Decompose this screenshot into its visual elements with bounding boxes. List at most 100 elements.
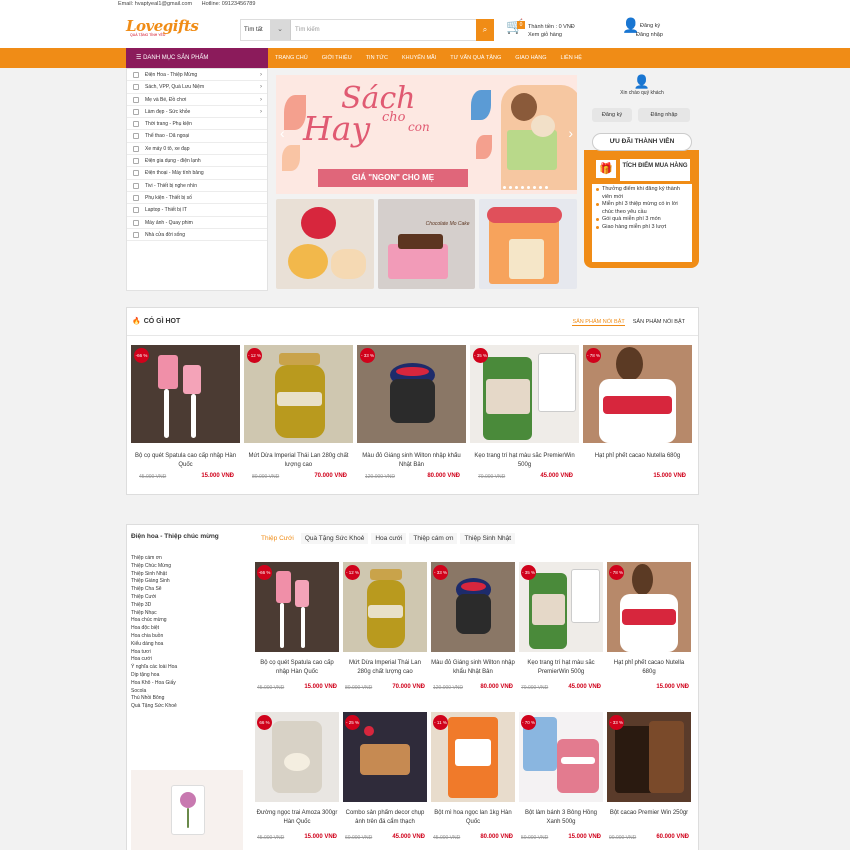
product-name[interactable]: Bột làm bánh 3 Bông Hồng Xanh 500g <box>519 809 603 835</box>
thumbnail-chocolate-cake[interactable]: Chocolate Mo Cake <box>377 199 476 289</box>
product-name[interactable]: Đường ngọc trai Amoza 300gr Hàn Quốc <box>255 809 339 835</box>
banner-next-icon[interactable]: › <box>568 125 573 141</box>
nav-gift-advice[interactable]: TƯ VẤN QUÀ TẶNG <box>450 55 501 61</box>
subcategory-link[interactable]: Hoa Khô - Hoa Giấy <box>131 680 241 688</box>
product-card[interactable]: - 78 % Hạt phỉ phết cacao Nutella 680g 15.… <box>583 345 692 486</box>
product-name[interactable]: Mứt Dừa Imperial Thái Lan 280g chất lượn… <box>244 452 353 470</box>
sidebar-item[interactable]: Xe máy 0 tô, xe đạp <box>127 143 267 156</box>
sidebar-item[interactable]: Thời trang - Phụ kiện <box>127 118 267 131</box>
subcategory-link[interactable]: Thiệp Sinh Nhật <box>131 571 241 579</box>
product-card[interactable]: -66 % Bộ cọ quét Spatula cao cấp nhập Hàn… <box>131 345 240 486</box>
login-link[interactable]: Đăng nhập <box>636 32 663 38</box>
product-image[interactable]: - 11 % <box>431 712 515 802</box>
cart[interactable]: 🛒 0 Thành tiền : 0 VNĐ Xem giỏ hàng <box>506 19 586 45</box>
search-category-select[interactable]: Tìm tất ⌄ <box>241 20 291 40</box>
chevron-down-icon[interactable]: ⌄ <box>270 20 290 40</box>
product-card[interactable]: - 12 % Mứt Dừa Imperial Thái Lan 280g chấ… <box>343 562 427 712</box>
product-name[interactable]: Màu đỏ Giáng sinh Wilton nhập khẩu Nhật … <box>357 452 466 470</box>
product-image[interactable]: - 25 % <box>343 712 427 802</box>
subcategory-link[interactable]: Hoa độc biệt <box>131 625 241 633</box>
sidebar-item[interactable]: Sách, VPP, Quà Lưu Niệm › <box>127 81 267 94</box>
view-cart-link[interactable]: Xem giỏ hàng <box>528 31 575 39</box>
thumbnail-fruit-cake[interactable] <box>479 199 578 289</box>
subcategory-link[interactable]: Thiệp Giáng Sinh <box>131 578 241 586</box>
product-image[interactable]: - 70 % <box>519 712 603 802</box>
product-card[interactable]: - 78 % Hạt phỉ phết cacao Nutella 680g 15.… <box>607 562 691 712</box>
nav-home[interactable]: TRANG CHỦ <box>275 55 308 61</box>
product-image[interactable]: - 12 % <box>244 345 353 443</box>
product-image[interactable]: 66 % <box>255 712 339 802</box>
product-image[interactable]: - 35 % <box>470 345 579 443</box>
subcategory-link[interactable]: Thiệp Cưới <box>131 594 241 602</box>
subcategory-link[interactable]: Ý nghĩa các loài Hoa <box>131 664 241 672</box>
product-name[interactable]: Bộ cọ quét Spatula cao cấp nhập Hàn Quốc <box>255 659 339 685</box>
subcategory-link[interactable]: Thiệp Chúc Mừng <box>131 563 241 571</box>
sidebar-item[interactable]: Điện thoại - Máy tính bảng <box>127 167 267 180</box>
hero-banner[interactable]: Sách cho Hay con GIÁ "NGON" CHO MẸ ‹ › <box>276 75 577 194</box>
subcategory-link[interactable]: Hoa tươi <box>131 649 241 657</box>
product-image[interactable]: - 33 % <box>607 712 691 802</box>
sidebar-item[interactable]: Điện Hoa - Thiệp Mừng › <box>127 69 267 82</box>
product-name[interactable]: Combo sản phẩm decor chụp ảnh trên đá cẩ… <box>343 809 427 835</box>
product-card[interactable]: - 11 % Bột mì hoa ngọc lan 1kg Hàn Quốc 45… <box>431 712 515 850</box>
tab-thank-you-cards[interactable]: Thiệp cám ơn <box>409 533 458 544</box>
subcategory-link[interactable]: Thú Nhồi Bông <box>131 695 241 703</box>
sidebar-item[interactable]: Làm đẹp - Sức khỏe › <box>127 106 267 119</box>
thumbnail-strawberry-cake[interactable] <box>276 199 374 289</box>
product-name[interactable]: Mứt Dừa Imperial Thái Lan 280g chất lượn… <box>343 659 427 685</box>
sidebar-item[interactable]: Nhà cửa đời sống <box>127 229 267 242</box>
product-card[interactable]: - 12 % Mứt Dừa Imperial Thái Lan 280g chấ… <box>244 345 353 486</box>
sidebar-item[interactable]: Laptop - Thiết bị IT <box>127 204 267 217</box>
subcategory-link[interactable]: Kiểu dáng hoa <box>131 641 241 649</box>
category-menu-button[interactable]: ☰ DANH MỤC SẢN PHẨM <box>126 48 268 68</box>
login-button[interactable]: Đăng nhập <box>638 108 690 122</box>
subcategory-link[interactable]: Hoa chia buồn <box>131 633 241 641</box>
nav-contact[interactable]: LIÊN HỆ <box>560 55 581 61</box>
product-card[interactable]: - 33 % Màu đỏ Giáng sinh Wilton nhập khẩu… <box>431 562 515 712</box>
product-card[interactable]: - 70 % Bột làm bánh 3 Bông Hồng Xanh 500g… <box>519 712 603 850</box>
product-image[interactable]: - 33 % <box>357 345 466 443</box>
product-image[interactable]: - 35 % <box>519 562 603 652</box>
nav-promotions[interactable]: KHUYẾN MÃI <box>402 55 436 61</box>
sidebar-item[interactable]: Thể thao - Dã ngoại <box>127 130 267 143</box>
product-name[interactable]: Kẹo trang trí hạt màu sắc PremierWin 500… <box>470 452 579 470</box>
product-name[interactable]: Kẹo trang trí hạt màu sắc PremierWin 500… <box>519 659 603 685</box>
product-card[interactable]: - 25 % Combo sản phẩm decor chụp ảnh trên… <box>343 712 427 850</box>
product-image[interactable]: - 12 % <box>343 562 427 652</box>
product-image[interactable]: - 78 % <box>607 562 691 652</box>
subcategory-link[interactable]: Thiệp Cha Sẽ <box>131 586 241 594</box>
subcategory-link[interactable]: Dịp tặng hoa <box>131 672 241 680</box>
sidebar-item[interactable]: Phụ kiện - Thiết bị số <box>127 192 267 205</box>
nav-delivery[interactable]: GIAO HÀNG <box>515 55 546 61</box>
product-name[interactable]: Bột cacao Premier Win 250gr <box>607 809 691 835</box>
product-card[interactable]: - 33 % Bột cacao Premier Win 250gr 90.000 … <box>607 712 691 850</box>
subcategory-link[interactable]: Hoa cưới <box>131 656 241 664</box>
product-image[interactable]: - 33 % <box>431 562 515 652</box>
nav-about[interactable]: GIỚI THIỆU <box>322 55 352 61</box>
subcategory-link[interactable]: Thiệp Nhạc <box>131 610 241 618</box>
tab-wedding-cards[interactable]: Thiệp Cưới <box>257 533 298 544</box>
subcategory-link[interactable]: Thiệp cám ơn <box>131 555 241 563</box>
sidebar-item[interactable]: Tivi - Thiết bị nghe nhìn <box>127 180 267 192</box>
product-card[interactable]: 66 % Đường ngọc trai Amoza 300gr Hàn Quốc… <box>255 712 339 850</box>
logo[interactable]: Lovegifts QUÀ TẶNG TÌNH YÊU <box>126 17 199 43</box>
product-name[interactable]: Bộ cọ quét Spatula cao cấp nhập Hàn Quốc <box>131 452 240 470</box>
tab-featured-2[interactable]: SẢN PHẨM NỔI BẬT <box>633 319 685 326</box>
banner-prev-icon[interactable]: ‹ <box>280 125 285 141</box>
tab-birthday-cards[interactable]: Thiệp Sinh Nhật <box>460 533 516 544</box>
sidebar-item[interactable]: Điện gia dụng - điện lạnh <box>127 155 267 168</box>
tab-wedding-flowers[interactable]: Hoa cưới <box>371 533 407 544</box>
register-button[interactable]: Đăng ký <box>592 108 632 122</box>
subcategory-link[interactable]: Hoa chúc mừng <box>131 617 241 625</box>
product-name[interactable]: Màu đỏ Giáng sinh Wilton nhập khẩu Nhật … <box>431 659 515 685</box>
register-link[interactable]: Đăng ký <box>640 23 660 29</box>
nav-news[interactable]: TIN TỨC <box>366 55 388 61</box>
tab-health-gifts[interactable]: Quà Tặng Sức Khoẻ <box>300 533 369 544</box>
product-image[interactable]: -66 % <box>131 345 240 443</box>
sidebar-item[interactable]: Mẹ và Bé, Đồ chơi › <box>127 94 267 106</box>
product-card[interactable]: - 35 % Kẹo trang trí hạt màu sắc PremierW… <box>519 562 603 712</box>
subcategory-link[interactable]: Socola <box>131 688 241 696</box>
product-name[interactable]: Bột mì hoa ngọc lan 1kg Hàn Quốc <box>431 809 515 835</box>
product-image[interactable]: - 78 % <box>583 345 692 443</box>
product-name[interactable]: Hạt phỉ phết cacao Nutella 680g <box>583 452 692 470</box>
